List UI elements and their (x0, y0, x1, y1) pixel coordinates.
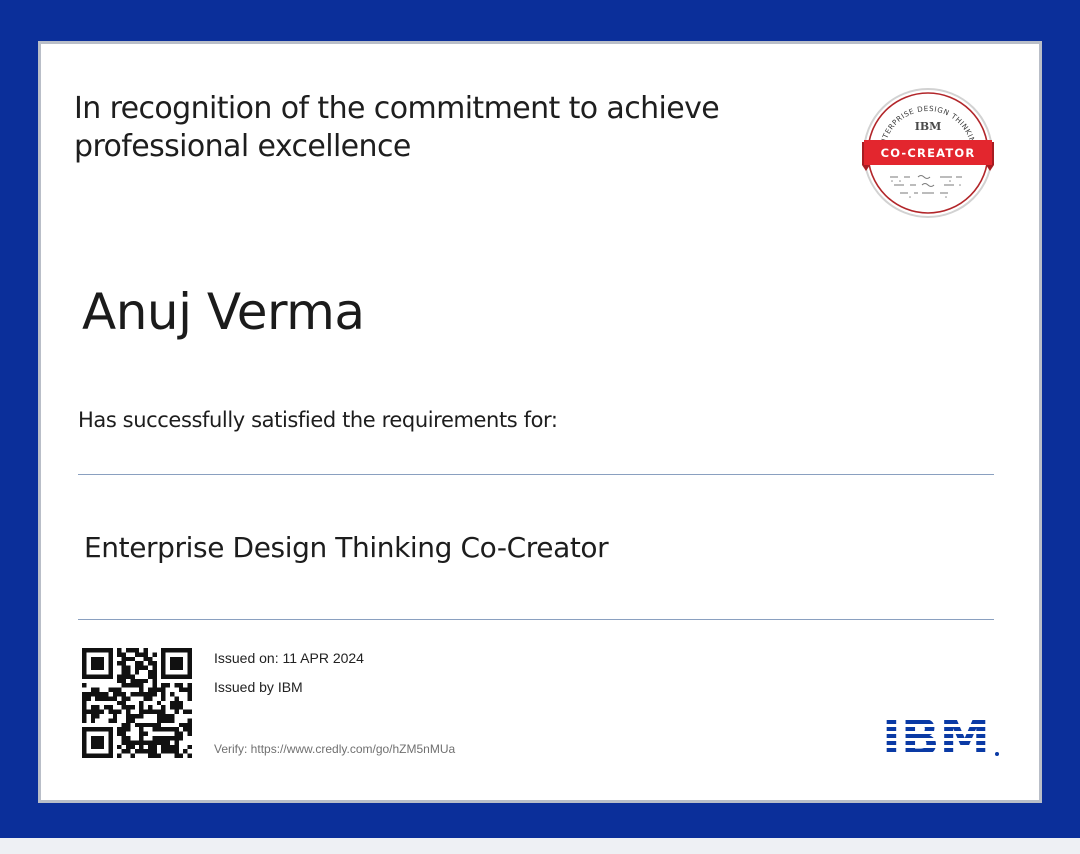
recipient-name: Anuj Verma (82, 283, 365, 341)
requirements-text: Has successfully satisfied the requireme… (78, 408, 558, 432)
issued-by: Issued by IBM (214, 679, 303, 695)
issued-on: Issued on: 11 APR 2024 (214, 650, 364, 666)
qr-code-icon[interactable] (82, 648, 192, 758)
ibm-logo-icon: IBM (882, 713, 999, 756)
co-creator-badge-icon: ENTERPRISE DESIGN THINKING IBM CO-CREATO… (862, 88, 994, 218)
certificate-headline: In recognition of the commitment to achi… (74, 91, 720, 164)
course-title: Enterprise Design Thinking Co-Creator (84, 531, 609, 564)
badge-ribbon-label: CO-CREATOR (881, 146, 976, 160)
verify-link[interactable]: Verify: https://www.credly.com/go/hZM5nM… (214, 742, 455, 756)
divider-top (78, 474, 994, 475)
badge-brand: IBM (915, 120, 942, 133)
divider-bottom (78, 619, 994, 620)
